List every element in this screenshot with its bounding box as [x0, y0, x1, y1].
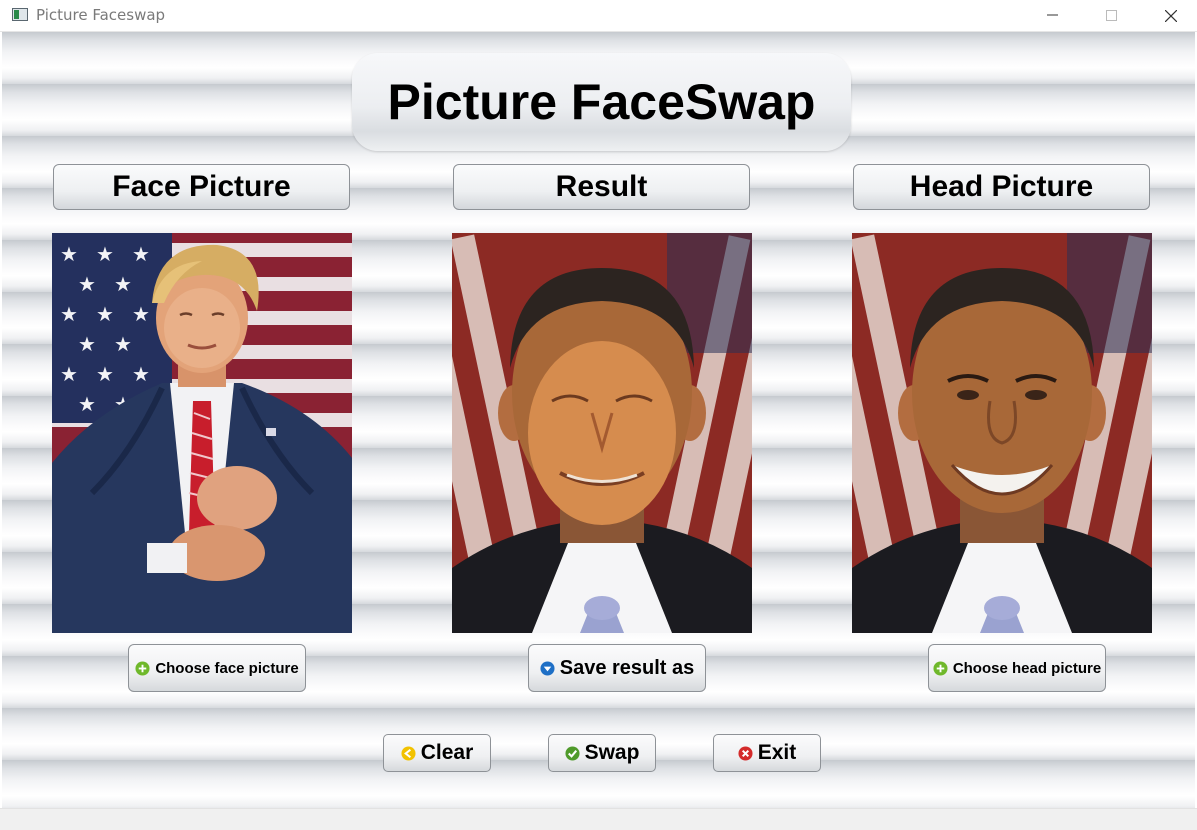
choose-head-picture-button[interactable]: Choose head picture [928, 644, 1106, 692]
swap-button[interactable]: Swap [548, 734, 656, 772]
choose-head-picture-label: Choose head picture [952, 659, 1102, 677]
svg-text:★: ★ [78, 332, 96, 356]
close-icon [1165, 10, 1177, 22]
choose-face-picture-button[interactable]: Choose face picture [128, 644, 306, 692]
exit-label: Exit [757, 741, 797, 764]
download-circle-icon [540, 660, 555, 676]
maximize-icon [1106, 10, 1117, 21]
clear-label: Clear [420, 741, 474, 764]
result-header: Result [453, 164, 750, 210]
plus-circle-icon [135, 660, 150, 676]
status-bar [0, 808, 1197, 830]
result-photo [452, 233, 752, 633]
back-arrow-circle-icon [401, 745, 416, 761]
window-titlebar: Picture Faceswap [0, 0, 1197, 32]
svg-text:★: ★ [96, 302, 114, 326]
check-circle-icon [565, 745, 580, 761]
svg-text:★: ★ [78, 272, 96, 296]
plus-circle-icon [933, 660, 948, 676]
exit-button[interactable]: Exit [713, 734, 821, 772]
minimize-button[interactable] [1030, 0, 1076, 31]
head-photo [852, 233, 1152, 633]
x-circle-icon [738, 745, 753, 761]
app-title: Picture FaceSwap [352, 53, 851, 151]
svg-text:★: ★ [132, 302, 150, 326]
svg-text:★: ★ [60, 242, 78, 266]
svg-text:★: ★ [114, 272, 132, 296]
head-picture-header: Head Picture [853, 164, 1150, 210]
svg-text:★: ★ [60, 362, 78, 386]
svg-text:★: ★ [132, 242, 150, 266]
minimize-icon [1047, 14, 1058, 16]
face-picture-header: Face Picture [53, 164, 350, 210]
svg-text:★: ★ [78, 392, 96, 416]
choose-face-picture-label: Choose face picture [155, 659, 299, 677]
window-title: Picture Faceswap [36, 6, 166, 24]
app-window-icon [12, 8, 28, 21]
face-photo: ★★★ ★★ ★★★ ★★ ★★★ ★★ [52, 233, 352, 633]
svg-text:★: ★ [96, 242, 114, 266]
svg-text:★: ★ [132, 362, 150, 386]
save-result-as-label: Save result as [559, 656, 695, 679]
svg-text:★: ★ [60, 302, 78, 326]
close-button[interactable] [1148, 0, 1194, 31]
maximize-button[interactable] [1089, 0, 1135, 31]
swap-label: Swap [584, 741, 640, 764]
svg-text:★: ★ [96, 362, 114, 386]
save-result-as-button[interactable]: Save result as [528, 644, 706, 692]
svg-text:★: ★ [114, 332, 132, 356]
clear-button[interactable]: Clear [383, 734, 491, 772]
